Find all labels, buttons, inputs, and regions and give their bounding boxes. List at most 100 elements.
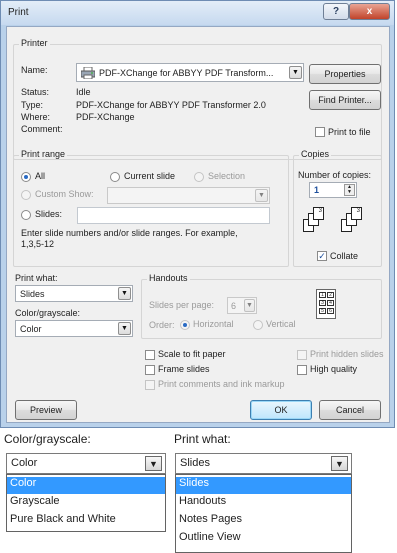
list-item[interactable]: Grayscale — [7, 495, 165, 512]
help-button[interactable]: ? — [323, 3, 349, 20]
properties-button[interactable]: Properties — [309, 64, 381, 84]
handout-cell: 6 — [327, 308, 334, 314]
status-label: Status: — [21, 87, 50, 97]
print-to-file-checkbox[interactable] — [315, 127, 325, 137]
list-item[interactable]: Handouts — [176, 495, 351, 512]
print-comments-checkbox[interactable] — [145, 380, 155, 390]
horizontal-radio[interactable] — [180, 320, 190, 330]
color-dropdown-list: Color Grayscale Pure Black and White — [6, 474, 166, 532]
slides-radio[interactable] — [21, 210, 31, 220]
dropdown-arrow-icon[interactable]: ▼ — [145, 456, 162, 471]
cancel-button[interactable]: Cancel — [319, 400, 381, 420]
printer-name-select[interactable]: PDF-XChange for ABBYY PDF Transform... ▼ — [76, 63, 304, 82]
color-dropdown-panel: Color/grayscale: Color ▼ Color Grayscale… — [0, 429, 170, 553]
color-grayscale-value: Color — [20, 324, 42, 334]
custom-show-select[interactable]: ▼ — [107, 187, 270, 204]
handout-cell: 5 — [319, 308, 326, 314]
collate-checkbox[interactable]: ✓ — [317, 251, 327, 261]
print-what-dropdown-label: Print what: — [174, 432, 231, 446]
color-grayscale-select[interactable]: Color ▼ — [15, 320, 133, 337]
preview-button[interactable]: Preview — [15, 400, 77, 420]
custom-show-label: Custom Show: — [35, 189, 94, 199]
color-dropdown-value: Color — [11, 457, 38, 469]
dropdown-arrow-icon: ▼ — [244, 299, 255, 312]
high-quality-checkbox[interactable] — [297, 365, 307, 375]
printer-icon — [80, 66, 96, 81]
list-item[interactable]: Slides — [176, 477, 351, 494]
horizontal-label: Horizontal — [193, 319, 234, 329]
list-item[interactable]: Pure Black and White — [7, 513, 165, 530]
scale-to-fit-checkbox[interactable] — [145, 350, 155, 360]
print-what-select[interactable]: Slides ▼ — [15, 285, 133, 302]
slides-range-input[interactable] — [77, 207, 270, 224]
slides-per-page-select[interactable]: 6 ▼ — [227, 297, 257, 314]
selection-radio[interactable] — [194, 172, 204, 182]
print-range-group-label: Print range — [19, 149, 68, 159]
scale-to-fit-label: Scale to fit paper — [158, 349, 226, 359]
dropdown-arrow-icon[interactable]: ▼ — [331, 456, 348, 471]
type-label: Type: — [21, 100, 44, 110]
dropdown-arrow-icon: ▼ — [118, 287, 131, 300]
cancel-button-label: Cancel — [335, 405, 364, 415]
dialog-body: Printer Name: PDF-XChange for ABBYY PDF … — [6, 26, 390, 423]
spinner-arrows-icon[interactable]: ▲ ▼ — [344, 184, 355, 196]
collate-page-icon: 3 — [313, 207, 324, 220]
status-value: Idle — [76, 87, 91, 97]
vertical-radio[interactable] — [253, 320, 263, 330]
print-what-dropdown-select[interactable]: Slides ▼ — [175, 453, 352, 474]
title-bar: Print ? x — [1, 1, 394, 25]
handout-cell: 3 — [319, 300, 326, 306]
collate-label: Collate — [330, 251, 359, 261]
where-value: PDF-XChange — [76, 112, 135, 122]
current-slide-radio[interactable] — [110, 172, 120, 182]
print-what-label: Print what: — [15, 273, 58, 283]
handout-cell: 2 — [327, 292, 334, 298]
handout-cell: 4 — [327, 300, 334, 306]
comment-label: Comment: — [21, 124, 63, 134]
copies-spinner[interactable]: 1 ▲ ▼ — [309, 182, 357, 198]
slides-per-page-label: Slides per page: — [149, 300, 215, 310]
selection-label: Selection — [208, 171, 246, 181]
all-radio[interactable] — [21, 172, 31, 182]
number-of-copies-label: Number of copies: — [298, 170, 372, 180]
copies-value: 1 — [314, 185, 320, 195]
slides-hint-line2: 1,3,5-12 — [21, 239, 55, 249]
dropdown-arrow-icon: ▼ — [255, 189, 268, 202]
copies-group-label: Copies — [299, 149, 332, 159]
properties-button-label: Properties — [324, 69, 366, 79]
printer-name-label: Name: — [21, 65, 48, 75]
print-hidden-slides-checkbox[interactable] — [297, 350, 307, 360]
frame-slides-checkbox[interactable] — [145, 365, 155, 375]
color-dropdown-label: Color/grayscale: — [4, 432, 91, 446]
vertical-label: Vertical — [266, 319, 296, 329]
window-title: Print — [8, 7, 29, 18]
list-item[interactable]: Color — [7, 477, 165, 494]
ok-button[interactable]: OK — [250, 400, 312, 420]
ok-button-label: OK — [274, 405, 288, 415]
color-grayscale-label: Color/grayscale: — [15, 308, 81, 318]
where-label: Where: — [21, 112, 51, 122]
preview-button-label: Preview — [29, 405, 62, 415]
high-quality-label: High quality — [310, 364, 358, 374]
slides-range-label: Slides: — [35, 209, 63, 219]
find-printer-button[interactable]: Find Printer... — [309, 90, 381, 110]
color-dropdown-select[interactable]: Color ▼ — [6, 453, 166, 474]
collate-icon: 1 2 3 1 2 3 — [303, 207, 383, 247]
print-dialog: Print ? x Printer Name: PDF-XChange for … — [0, 0, 395, 428]
slides-per-page-value: 6 — [231, 301, 237, 311]
handouts-group-label: Handouts — [147, 273, 190, 283]
help-icon: ? — [332, 6, 340, 17]
handout-cell: 1 — [319, 292, 326, 298]
close-button[interactable]: x — [349, 3, 390, 20]
all-label: All — [35, 171, 46, 181]
custom-show-radio[interactable] — [21, 190, 31, 200]
dropdown-arrow-icon: ▼ — [118, 322, 131, 335]
print-to-file-label: Print to file — [328, 127, 371, 137]
list-item[interactable]: Notes Pages — [176, 513, 351, 530]
handout-preview-icon: 1 2 3 4 5 6 — [316, 289, 336, 319]
collate-page-icon: 3 — [351, 207, 362, 220]
print-what-dropdown-panel: Print what: Slides ▼ Slides Handouts Not… — [170, 429, 360, 553]
slides-hint-line1: Enter slide numbers and/or slide ranges.… — [21, 228, 238, 238]
type-value: PDF-XChange for ABBYY PDF Transformer 2.… — [76, 100, 266, 110]
list-item[interactable]: Outline View — [176, 531, 351, 548]
